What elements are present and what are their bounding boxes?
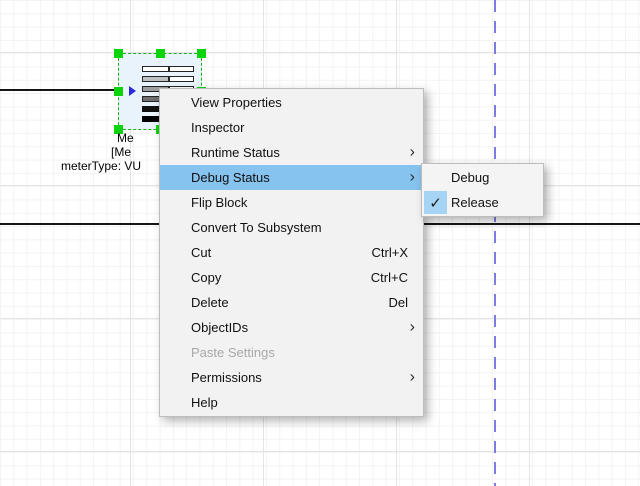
menu-item-label: Help [191,395,218,410]
menu-item-objectids[interactable]: ObjectIDs › [160,315,423,340]
input-port-arrow-icon [129,86,136,96]
input-wire[interactable] [0,89,114,91]
menu-item-inspector[interactable]: Inspector [160,115,423,140]
menu-item-copy[interactable]: Copy Ctrl+C [160,265,423,290]
menu-item-label: Delete [191,295,229,310]
menu-item-permissions[interactable]: Permissions › [160,365,423,390]
submenu-item-label: Debug [451,170,489,185]
menu-item-view-properties[interactable]: View Properties [160,90,423,115]
menu-item-label: Inspector [191,120,244,135]
submenu-item-release[interactable]: ✓ Release [422,190,543,215]
menu-item-debug-status[interactable]: Debug Status › [160,165,423,190]
menu-item-label: Permissions [191,370,262,385]
menu-item-runtime-status[interactable]: Runtime Status › [160,140,423,165]
menu-item-shortcut: Ctrl+C [371,270,408,285]
menu-item-label: Copy [191,270,221,285]
meter-icon-bar [142,66,169,72]
meter-icon-bar [169,76,194,82]
menu-item-label: Paste Settings [191,345,275,360]
menu-item-label: Flip Block [191,195,247,210]
page-boundary-guide-line [494,0,496,486]
menu-item-label: ObjectIDs [191,320,248,335]
meter-icon-bar [142,76,169,82]
input-port-handle[interactable] [114,87,123,96]
menu-item-label: Convert To Subsystem [191,220,322,235]
menu-item-label: Cut [191,245,211,260]
context-menu: View Properties Inspector Runtime Status… [159,88,424,417]
block-metertype-label: meterType: VU [61,159,141,173]
menu-item-flip-block[interactable]: Flip Block [160,190,423,215]
selection-handle[interactable] [197,49,206,58]
menu-item-paste-settings: Paste Settings [160,340,423,365]
submenu-item-debug[interactable]: Debug [422,165,543,190]
debug-status-submenu: Debug ✓ Release [421,163,544,217]
menu-item-delete[interactable]: Delete Del [160,290,423,315]
checkmark-icon: ✓ [424,191,447,214]
selection-handle[interactable] [114,49,123,58]
submenu-arrow-icon: › [410,144,415,160]
block-name-label: Me [117,131,134,145]
menu-item-shortcut: Ctrl+X [372,245,408,260]
menu-item-cut[interactable]: Cut Ctrl+X [160,240,423,265]
block-class-label: [Me [111,145,131,159]
menu-item-convert-to-subsystem[interactable]: Convert To Subsystem [160,215,423,240]
menu-item-shortcut: Del [388,295,408,310]
menu-item-help[interactable]: Help [160,390,423,415]
submenu-arrow-icon: › [410,369,415,385]
menu-item-label: Debug Status [191,170,270,185]
submenu-arrow-icon: › [410,319,415,335]
menu-item-label: View Properties [191,95,282,110]
selection-handle[interactable] [156,49,165,58]
submenu-arrow-icon: › [410,169,415,185]
submenu-item-label: Release [451,195,499,210]
meter-icon-bar [169,66,194,72]
menu-item-label: Runtime Status [191,145,280,160]
